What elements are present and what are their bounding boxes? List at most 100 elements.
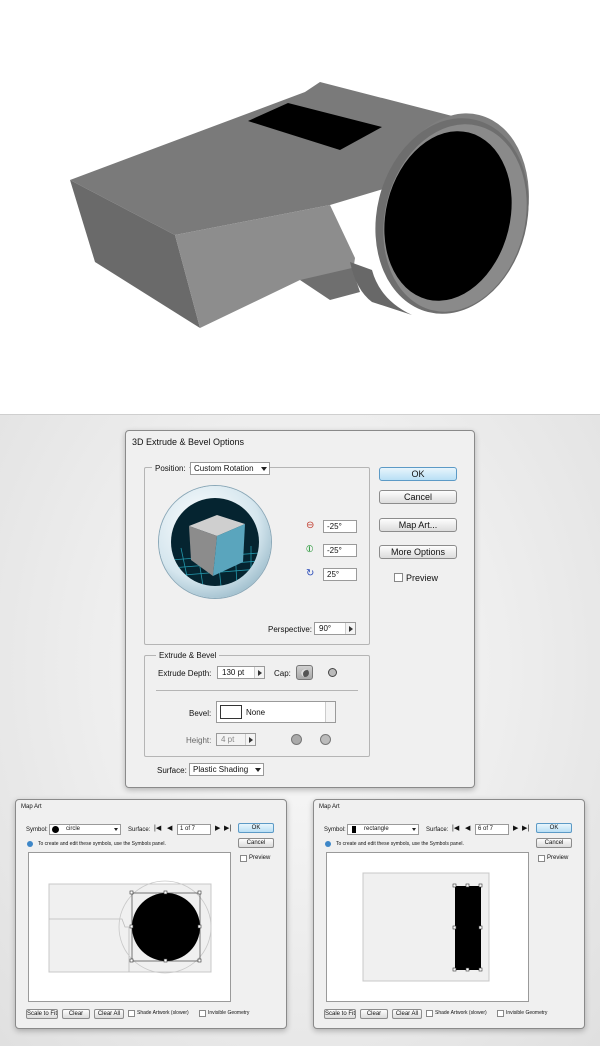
dialog-title: Map Art: [21, 804, 42, 810]
perspective-value: 90°: [319, 624, 332, 633]
height-spinner[interactable]: 4 pt: [216, 733, 256, 746]
chevron-down-icon: [412, 828, 416, 831]
surface-label: Surface:: [426, 827, 449, 833]
clear-all-button[interactable]: Clear All: [94, 1009, 124, 1019]
symbol-circle-icon: [52, 826, 59, 833]
first-surface-icon[interactable]: |◀: [154, 825, 161, 833]
cap-off-icon[interactable]: [328, 668, 337, 677]
prev-surface-icon[interactable]: ◀: [465, 825, 470, 833]
map-art-dialog-circle: Map Art Symbol: circle Surface: |◀ ◀ 1 o…: [15, 799, 287, 1029]
extrude-depth-value: 130 pt: [222, 668, 245, 677]
preview-label: Preview: [406, 573, 439, 583]
bevel-select[interactable]: None: [216, 701, 336, 723]
preview-checkbox[interactable]: [240, 855, 247, 862]
cancel-button[interactable]: Cancel: [536, 838, 572, 848]
chevron-down-icon: [325, 702, 335, 722]
dialog-title: 3D Extrude & Bevel Options: [132, 437, 245, 447]
ok-button[interactable]: OK: [536, 823, 572, 833]
preview-label: Preview: [249, 855, 271, 861]
shade-artwork-checkbox[interactable]: [128, 1010, 135, 1017]
more-options-button[interactable]: More Options: [379, 545, 457, 559]
last-surface-icon[interactable]: ▶|: [522, 825, 529, 833]
symbols-info-icon: [325, 841, 331, 847]
shade-artwork-checkbox[interactable]: [426, 1010, 433, 1017]
bevel-out-icon[interactable]: [291, 734, 302, 745]
map-art-button[interactable]: Map Art...: [379, 518, 457, 532]
surface-select[interactable]: Plastic Shading: [189, 763, 264, 776]
perspective-spinner[interactable]: 90°: [314, 622, 356, 635]
ok-button[interactable]: OK: [238, 823, 274, 833]
surface-preview[interactable]: [28, 852, 231, 1002]
cancel-button[interactable]: Cancel: [379, 490, 457, 504]
chevron-right-icon: [345, 623, 355, 634]
cap-on-icon: [301, 669, 309, 677]
invisible-geometry-label: Invisible Geometry: [208, 1010, 250, 1016]
symbol-label: Symbol:: [324, 827, 346, 833]
position-select-value: Custom Rotation: [194, 464, 254, 473]
extrude-section-label: Extrude & Bevel: [156, 651, 220, 660]
hint-text: To create and edit these symbols, use th…: [38, 841, 166, 847]
chevron-down-icon: [261, 467, 267, 471]
next-surface-icon[interactable]: ▶: [513, 825, 518, 833]
clear-button[interactable]: Clear: [62, 1009, 90, 1019]
preview-checkbox[interactable]: [394, 573, 403, 582]
symbol-value: rectangle: [364, 826, 389, 832]
preview-checkbox[interactable]: [538, 855, 545, 862]
chevron-down-icon: [114, 828, 118, 831]
map-art-dialog-rectangle: Map Art Symbol: rectangle Surface: |◀ ◀ …: [313, 799, 585, 1029]
scale-to-fit-button[interactable]: Scale to Fit: [324, 1009, 356, 1019]
surface-field[interactable]: 1 of 7: [177, 824, 211, 835]
surface-preview-artwork: [362, 872, 490, 982]
surface-preview[interactable]: [326, 852, 529, 1002]
ok-button[interactable]: OK: [379, 467, 457, 481]
shade-artwork-label: Shade Artwork (slower): [137, 1010, 189, 1016]
cap-label: Cap:: [274, 669, 291, 678]
rotation-trackball[interactable]: [159, 486, 271, 598]
rotation-cube-icon: [171, 515, 259, 586]
invisible-geometry-label: Invisible Geometry: [506, 1010, 548, 1016]
preview-label: Preview: [547, 855, 569, 861]
next-surface-icon[interactable]: ▶: [215, 825, 220, 833]
bevel-in-icon[interactable]: [320, 734, 331, 745]
rotation-x-input[interactable]: -25°: [323, 520, 357, 533]
first-surface-icon[interactable]: |◀: [452, 825, 459, 833]
clear-button[interactable]: Clear: [360, 1009, 388, 1019]
position-label: Position:: [152, 464, 189, 473]
symbols-info-icon: [27, 841, 33, 847]
surface-label: Surface:: [128, 827, 151, 833]
extrude-depth-spinner[interactable]: 130 pt: [217, 666, 265, 679]
last-surface-icon[interactable]: ▶|: [224, 825, 231, 833]
shade-artwork-label: Shade Artwork (slower): [435, 1010, 487, 1016]
symbol-label: Symbol:: [26, 827, 48, 833]
invisible-geometry-checkbox[interactable]: [497, 1010, 504, 1017]
cancel-button[interactable]: Cancel: [238, 838, 274, 848]
perspective-label: Perspective:: [268, 625, 313, 634]
cap-on-button[interactable]: [296, 665, 313, 680]
whistle-illustration: [0, 0, 600, 415]
hint-text: To create and edit these symbols, use th…: [336, 841, 464, 847]
chevron-down-icon: [255, 768, 261, 772]
bevel-separator: [156, 690, 358, 691]
invisible-geometry-checkbox[interactable]: [199, 1010, 206, 1017]
prev-surface-icon[interactable]: ◀: [167, 825, 172, 833]
position-select[interactable]: Custom Rotation: [190, 462, 270, 475]
surface-select-value: Plastic Shading: [193, 765, 249, 774]
symbol-select[interactable]: circle: [49, 824, 121, 835]
surface-field[interactable]: 6 of 7: [475, 824, 509, 835]
clear-all-button[interactable]: Clear All: [392, 1009, 422, 1019]
extrude-bevel-dialog: 3D Extrude & Bevel Options Position: Cus…: [125, 430, 475, 788]
extrude-depth-label: Extrude Depth:: [158, 669, 212, 678]
dialog-title: Map Art: [319, 804, 340, 810]
trackball-inner: [171, 498, 259, 586]
symbol-select[interactable]: rectangle: [347, 824, 419, 835]
chevron-right-icon: [245, 734, 255, 745]
symbol-value: circle: [66, 826, 81, 832]
height-value: 4 pt: [221, 735, 235, 744]
rotation-z-input[interactable]: 25°: [323, 568, 357, 581]
y-axis-rotate-icon: ⦶: [306, 544, 314, 555]
surface-preview-artwork: [48, 880, 212, 974]
scale-to-fit-button[interactable]: Scale to Fit: [26, 1009, 58, 1019]
symbol-rectangle-icon: [352, 826, 356, 833]
rotation-y-input[interactable]: -25°: [323, 544, 357, 557]
chevron-right-icon: [254, 667, 264, 678]
